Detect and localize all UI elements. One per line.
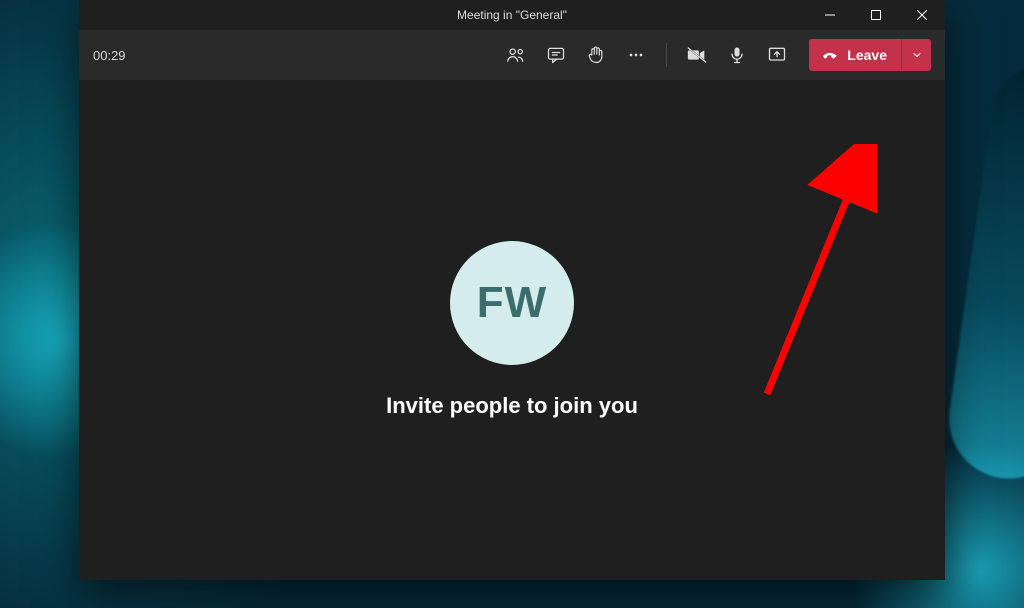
window-close-button[interactable] (899, 0, 945, 30)
participant-avatar: FW (450, 241, 574, 365)
invite-prompt: Invite people to join you (386, 393, 638, 419)
raise-hand-button[interactable] (578, 37, 614, 73)
window-titlebar[interactable]: Meeting in "General" (79, 0, 945, 30)
minimize-icon (825, 10, 835, 20)
participants-button[interactable] (498, 37, 534, 73)
camera-toggle-button[interactable] (679, 37, 715, 73)
raise-hand-icon (586, 45, 606, 65)
window-maximize-button[interactable] (853, 0, 899, 30)
toolbar-divider (666, 43, 667, 67)
chat-icon (546, 45, 566, 65)
leave-button-group: Leave (809, 39, 931, 71)
participants-icon (506, 45, 526, 65)
share-screen-icon (767, 45, 787, 65)
mic-toggle-button[interactable] (719, 37, 755, 73)
avatar-initials: FW (477, 278, 547, 328)
meeting-stage: FW Invite people to join you (79, 80, 945, 580)
leave-label: Leave (847, 47, 887, 63)
chat-button[interactable] (538, 37, 574, 73)
hang-up-icon (821, 46, 839, 64)
annotation-arrow (677, 144, 877, 404)
mic-icon (727, 45, 747, 65)
window-controls (807, 0, 945, 30)
leave-button[interactable]: Leave (809, 39, 901, 71)
maximize-icon (871, 10, 881, 20)
more-actions-button[interactable] (618, 37, 654, 73)
camera-off-icon (686, 44, 708, 66)
chevron-down-icon (911, 49, 923, 61)
background-texture (941, 54, 1024, 487)
meeting-window: Meeting in "General" 00:29 (79, 0, 945, 580)
meeting-timer: 00:29 (93, 48, 126, 63)
window-title: Meeting in "General" (457, 8, 567, 22)
more-icon (626, 45, 646, 65)
meeting-toolbar: 00:29 (79, 30, 945, 80)
close-icon (917, 10, 927, 20)
window-minimize-button[interactable] (807, 0, 853, 30)
leave-options-button[interactable] (901, 39, 931, 71)
share-screen-button[interactable] (759, 37, 795, 73)
